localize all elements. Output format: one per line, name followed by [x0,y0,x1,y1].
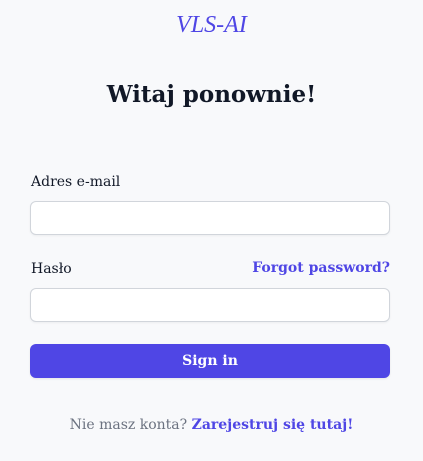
sign-in-button[interactable]: Sign in [30,344,390,378]
register-prompt: Nie masz konta? Zarejestruj się tutaj! [0,416,423,434]
register-link[interactable]: Zarejestruj się tutaj! [192,417,354,433]
password-label: Hasło [31,261,72,277]
email-label: Adres e-mail [31,174,121,190]
page-title: Witaj ponownie! [106,81,317,108]
password-field[interactable] [30,288,390,322]
register-prompt-text: Nie masz konta? [69,417,188,433]
brand-logo: VLS-AI [176,12,247,38]
email-field[interactable] [30,201,390,235]
forgot-password-link[interactable]: Forgot password? [252,259,390,277]
